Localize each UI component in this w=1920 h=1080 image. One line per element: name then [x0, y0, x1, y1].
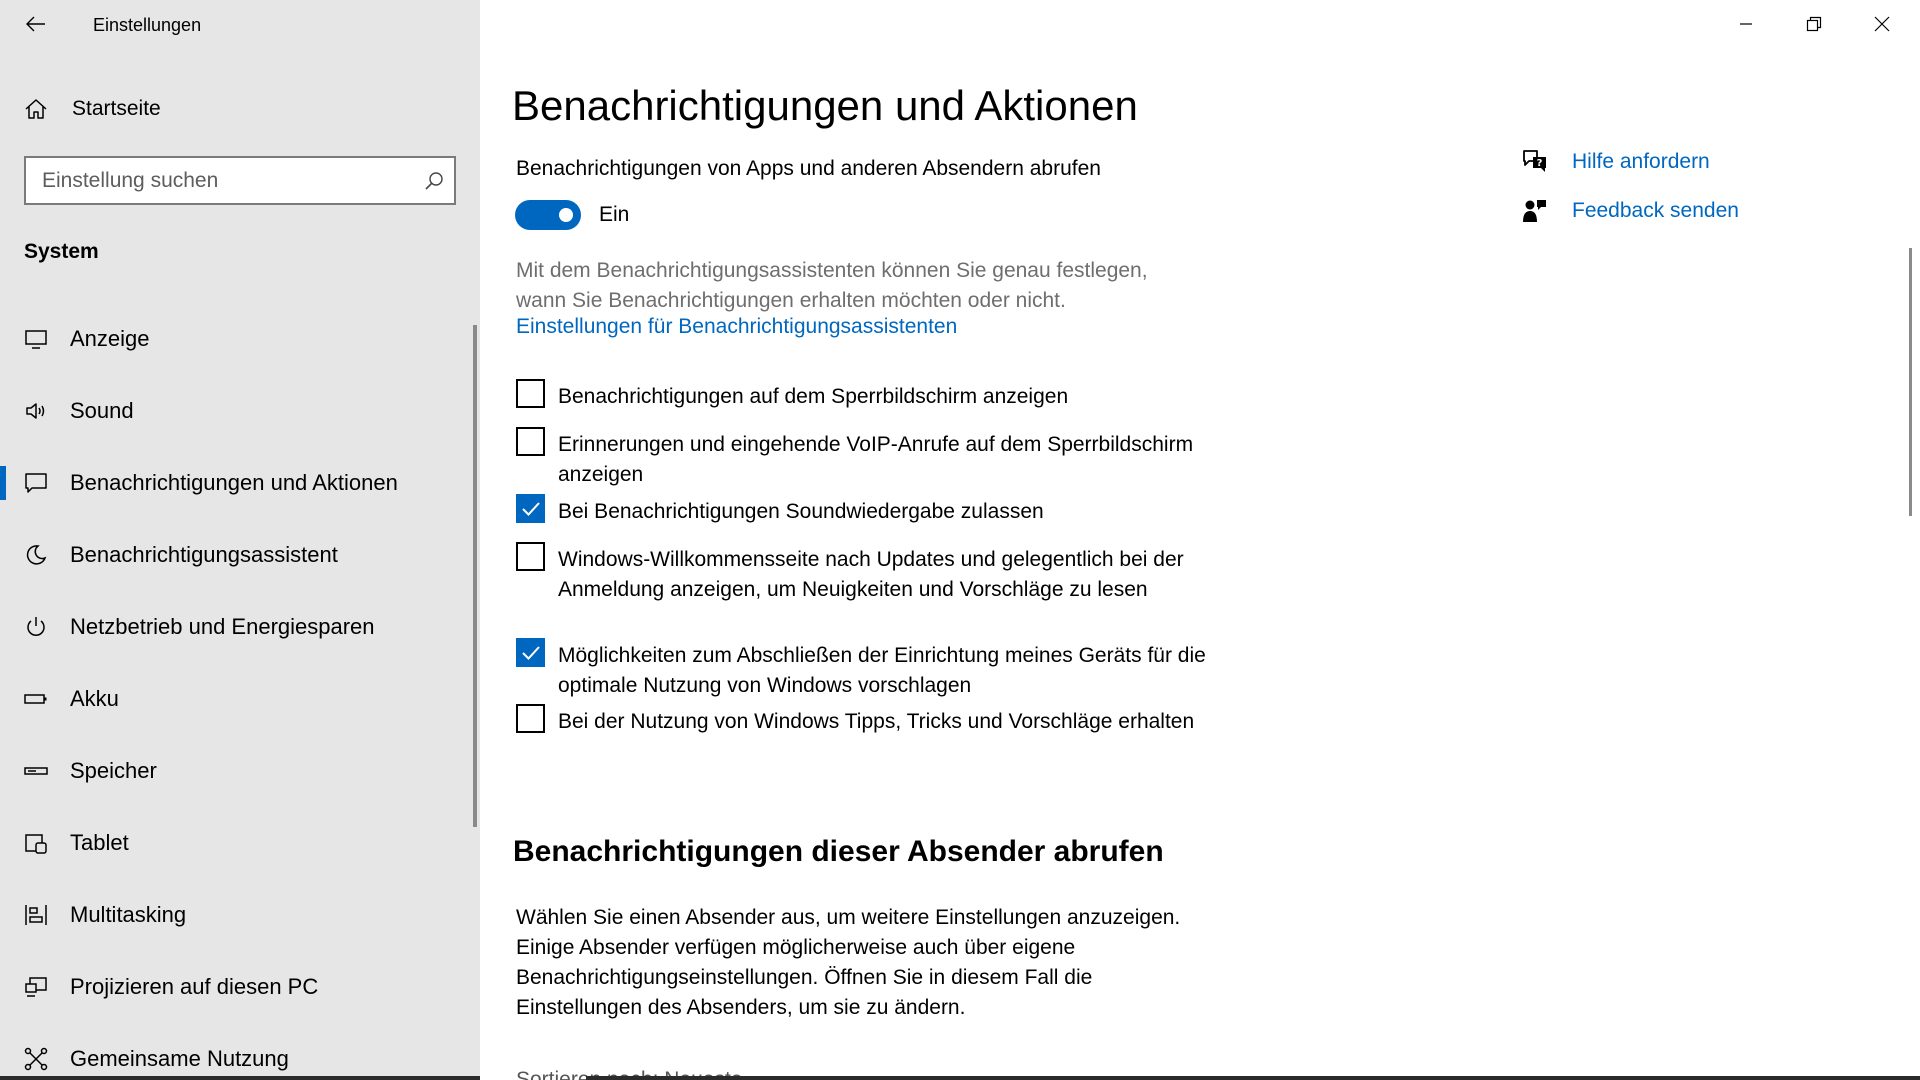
toggle-state-label: Ein [599, 203, 630, 226]
sidebar-item-speicher[interactable]: Speicher [0, 743, 470, 799]
sidebar-item-label: Speicher [70, 758, 157, 783]
display-icon [24, 327, 48, 351]
sidebar-item-projizieren[interactable]: Projizieren auf diesen PC [0, 959, 470, 1015]
toggle-knob [559, 208, 573, 222]
battery-icon [24, 687, 48, 711]
page-title: Benachrichtigungen und Aktionen [512, 82, 1138, 129]
checkbox-label: Benachrichtigungen auf dem Sperrbildschi… [558, 385, 1069, 408]
svg-text:?: ? [1537, 158, 1543, 169]
minimize-button[interactable] [1712, 0, 1780, 48]
checkbox-tips-tricks[interactable]: Bei der Nutzung von Windows Tipps, Trick… [516, 704, 1208, 737]
main-scrollbar[interactable] [1909, 248, 1912, 516]
sidebar-item-label: Gemeinsame Nutzung [70, 1046, 289, 1071]
sidebar-item-benachrichtigungsassistent[interactable]: Benachrichtigungsassistent [0, 527, 470, 583]
checkbox-label: Bei Benachrichtigungen Soundwiedergabe z… [558, 500, 1044, 523]
sidebar-item-label: Sound [70, 398, 134, 423]
close-button[interactable] [1848, 0, 1916, 48]
checkbox[interactable] [516, 427, 545, 456]
project-icon [24, 975, 48, 999]
search-icon[interactable] [414, 171, 454, 191]
restore-button[interactable] [1780, 0, 1848, 48]
search-input[interactable] [26, 158, 414, 203]
sidebar-item-label: Netzbetrieb und Energiesparen [70, 614, 375, 639]
sidebar-item-anzeige[interactable]: Anzeige [0, 311, 470, 367]
sidebar-home[interactable]: Startseite [24, 92, 161, 126]
checkbox-welcome-experience[interactable]: Windows-Willkommensseite nach Updates un… [516, 542, 1208, 605]
checkbox-label: Windows-Willkommensseite nach Updates un… [558, 548, 1184, 601]
back-button[interactable] [22, 10, 50, 38]
share-icon [24, 1047, 48, 1071]
sidebar-item-label: Benachrichtigungsassistent [70, 542, 338, 567]
sidebar-item-akku[interactable]: Akku [0, 671, 470, 727]
sidebar-item-label: Multitasking [70, 902, 187, 927]
sidebar-item-label: Anzeige [70, 326, 150, 351]
multitasking-icon [24, 903, 48, 927]
sidebar-item-multitasking[interactable]: Multitasking [0, 887, 470, 943]
sidebar-item-label: Projizieren auf diesen PC [70, 974, 319, 999]
senders-section-title: Benachrichtigungen dieser Absender abruf… [513, 835, 1164, 868]
sidebar-bottom-edge [0, 1076, 480, 1080]
checkbox-label: Möglichkeiten zum Abschließen der Einric… [558, 644, 1206, 697]
sidebar-item-benachrichtigungen[interactable]: Benachrichtigungen und Aktionen [0, 455, 470, 511]
sidebar-scrollbar[interactable] [473, 325, 477, 827]
moon-icon [24, 543, 48, 567]
checkbox-sound-playback[interactable]: Bei Benachrichtigungen Soundwiedergabe z… [516, 494, 1208, 527]
sidebar-item-label: Tablet [70, 830, 129, 855]
checkbox-device-setup-suggestions[interactable]: Möglichkeiten zum Abschließen der Einric… [516, 638, 1208, 701]
checkbox[interactable] [516, 379, 545, 408]
storage-icon [24, 759, 48, 783]
close-icon [1874, 16, 1890, 32]
senders-description: Wählen Sie einen Absender aus, um weiter… [516, 906, 1181, 1019]
sidebar-item-sound[interactable]: Sound [0, 383, 470, 439]
search-box[interactable] [24, 156, 456, 205]
feedback-label: Feedback senden [1572, 199, 1739, 222]
sidebar-home-label: Startseite [72, 97, 161, 120]
checkbox-checked[interactable] [516, 638, 545, 667]
sidebar-item-tablet[interactable]: Tablet [0, 815, 470, 871]
get-help-link[interactable]: ? Hilfe anfordern [1520, 147, 1710, 177]
app-title: Einstellungen [93, 15, 202, 35]
notifications-heading: Benachrichtigungen von Apps und anderen … [516, 157, 1101, 180]
checkbox-lockscreen-voip[interactable]: Erinnerungen und eingehende VoIP-Anrufe … [516, 427, 1208, 490]
feedback-icon [1520, 196, 1550, 226]
sidebar-section-label: System [24, 240, 99, 263]
notification-icon [24, 471, 48, 495]
assistant-settings-link[interactable]: Einstellungen für Benachrichtigungsassis… [516, 315, 957, 339]
sidebar-item-gemeinsame-nutzung[interactable]: Gemeinsame Nutzung [0, 1031, 470, 1080]
minimize-icon [1740, 23, 1752, 25]
checkbox-label: Bei der Nutzung von Windows Tipps, Trick… [558, 710, 1195, 733]
sidebar-item-label: Akku [70, 686, 119, 711]
feedback-link[interactable]: Feedback senden [1520, 196, 1739, 226]
checkbox-lockscreen-notifications[interactable]: Benachrichtigungen auf dem Sperrbildschi… [516, 379, 1208, 412]
home-icon [25, 99, 47, 119]
tablet-icon [24, 831, 48, 855]
speaker-icon [24, 399, 48, 423]
checkbox[interactable] [516, 704, 545, 733]
notifications-toggle[interactable] [515, 200, 581, 230]
checkbox[interactable] [516, 542, 545, 571]
checkmark-icon [521, 501, 540, 516]
sidebar-item-netzbetrieb[interactable]: Netzbetrieb und Energiesparen [0, 599, 470, 655]
power-icon [24, 615, 48, 639]
get-help-label: Hilfe anfordern [1572, 150, 1710, 173]
help-chat-icon: ? [1520, 147, 1550, 177]
checkbox-checked[interactable] [516, 494, 545, 523]
sidebar: Einstellungen Startseite System Anzeige … [0, 0, 480, 1080]
sidebar-item-label: Benachrichtigungen und Aktionen [70, 470, 398, 495]
checkbox-label: Erinnerungen und eingehende VoIP-Anrufe … [558, 433, 1194, 486]
main-bottom-edge [586, 1076, 1920, 1080]
back-arrow-icon [26, 16, 45, 32]
checkmark-icon [521, 645, 540, 660]
restore-icon [1806, 16, 1822, 32]
assistant-description: Mit dem Benachrichtigungsassistenten kön… [516, 259, 1148, 312]
